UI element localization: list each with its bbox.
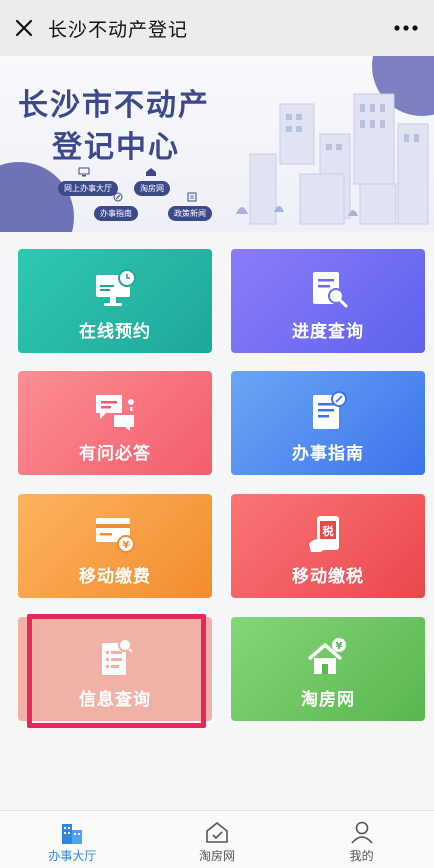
banner-chip-news: 政策新闻 (168, 206, 212, 221)
banner[interactable]: 长沙市不动产 登记中心 网上办事大厅 淘房网 办事指南 政策新闻 (0, 56, 434, 232)
tile-taofang[interactable]: ¥ 淘房网 (231, 617, 425, 721)
chat-bubbles-icon (92, 389, 138, 433)
tile-info-query[interactable]: 信息查询 (18, 617, 212, 721)
house-icon (146, 168, 156, 176)
tile-label: 信息查询 (79, 690, 151, 710)
news-icon (187, 192, 197, 202)
tile-mobile-tax[interactable]: 税 移动缴税 (231, 494, 425, 598)
tile-label: 在线预约 (79, 322, 151, 342)
document-search-icon (305, 267, 351, 311)
nav-item-hall[interactable]: 办事大厅 (0, 811, 145, 868)
svg-text:¥: ¥ (123, 540, 130, 551)
tile-qa[interactable]: 有问必答 (18, 371, 212, 475)
tile-progress-query[interactable]: 进度查询 (231, 249, 425, 353)
house-yuan-icon: ¥ (305, 635, 351, 679)
user-icon (348, 819, 376, 845)
nav-label: 淘房网 (199, 849, 236, 863)
banner-title-line1: 长沙市不动产 (18, 88, 210, 123)
tile-mobile-payment[interactable]: ¥ 移动缴费 (18, 494, 212, 598)
tile-label: 有问必答 (79, 444, 151, 464)
compass-icon (113, 192, 123, 202)
close-icon[interactable] (2, 0, 46, 56)
payment-card-icon: ¥ (92, 512, 138, 556)
house-check-icon (203, 819, 231, 845)
banner-chip-guide: 办事指南 (94, 206, 138, 221)
banner-chip-hall: 网上办事大厅 (58, 181, 118, 196)
computer-icon (78, 167, 90, 177)
info-search-icon (92, 635, 138, 679)
tile-label: 办事指南 (292, 444, 364, 464)
top-bar: 长沙不动产登记 (0, 0, 434, 56)
monitor-clock-icon (92, 267, 138, 311)
tax-phone-icon: 税 (305, 512, 351, 556)
guide-document-icon (305, 389, 351, 433)
banner-title-line2: 登记中心 (52, 130, 180, 165)
nav-item-taofang[interactable]: 淘房网 (145, 811, 290, 868)
tile-label: 淘房网 (301, 690, 355, 710)
nav-label: 办事大厅 (48, 849, 97, 863)
tile-label: 移动缴费 (79, 567, 151, 587)
svg-text:¥: ¥ (336, 641, 343, 652)
page-title: 长沙不动产登记 (48, 18, 189, 41)
nav-item-mine[interactable]: 我的 (289, 811, 434, 868)
banner-decoration (0, 162, 74, 232)
bottom-nav: 办事大厅 淘房网 我的 (0, 810, 434, 868)
more-icon[interactable] (386, 0, 426, 56)
tile-guide[interactable]: 办事指南 (231, 371, 425, 475)
tile-online-booking[interactable]: 在线预约 (18, 249, 212, 353)
nav-label: 我的 (349, 849, 374, 863)
city-illustration-icon (236, 93, 429, 225)
tile-label: 移动缴税 (292, 567, 364, 587)
building-icon (58, 819, 86, 845)
tile-label: 进度查询 (292, 322, 364, 342)
svg-text:税: 税 (323, 524, 334, 538)
banner-chip-taofang: 淘房网 (134, 181, 170, 196)
